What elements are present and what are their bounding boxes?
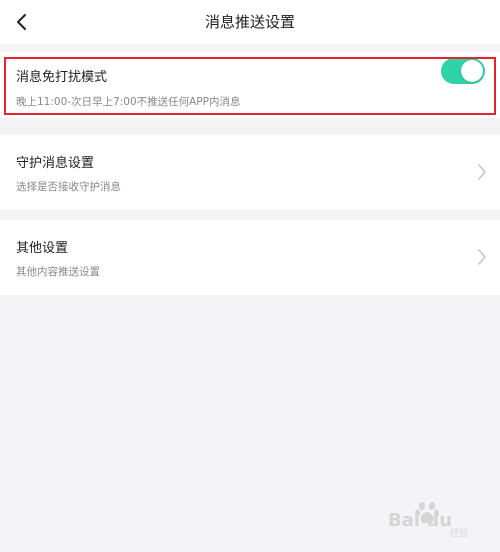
other-title: 其他设置 [16, 241, 69, 256]
dnd-toggle-switch[interactable] [441, 58, 485, 84]
watermark-subtext: 经验 [450, 529, 469, 539]
dnd-title: 消息免打扰模式 [16, 70, 108, 85]
baidu-watermark: Bai du 经验 [388, 500, 494, 540]
chevron-right-icon [478, 249, 486, 265]
other-subtitle: 其他内容推送设置 [16, 266, 100, 278]
watermark-text: Bai du [388, 510, 453, 531]
guard-title: 守护消息设置 [16, 156, 95, 171]
navigation-bar: 消息推送设置 [0, 0, 500, 44]
settings-page: 消息推送设置 消息免打扰模式 晚上11:00-次日早上7:00不推送任何APP内… [0, 0, 500, 552]
dnd-setting-row: 消息免打扰模式 晚上11:00-次日早上7:00不推送任何APP内消息 [0, 52, 500, 118]
dnd-subtitle: 晚上11:00-次日早上7:00不推送任何APP内消息 [16, 96, 241, 108]
other-setting-row[interactable]: 其他设置 其他内容推送设置 [0, 220, 500, 295]
guard-subtitle: 选择是否接收守护消息 [16, 181, 121, 193]
guard-setting-row[interactable]: 守护消息设置 选择是否接收守护消息 [0, 135, 500, 210]
toggle-knob [461, 60, 483, 82]
page-title: 消息推送设置 [204, 13, 295, 31]
chevron-right-icon [478, 164, 486, 180]
